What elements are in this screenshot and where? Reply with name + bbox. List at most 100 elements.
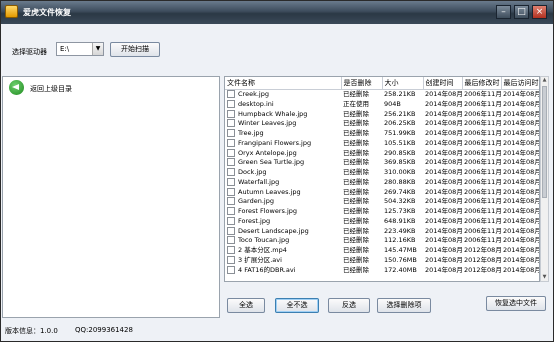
file-name-label: 4 FAT16的DBR.avi	[238, 265, 296, 274]
file-name-label: Green Sea Turtle.jpg	[238, 158, 305, 167]
row-checkbox[interactable]	[227, 255, 235, 264]
row-checkbox[interactable]	[227, 168, 235, 176]
back-arrow-icon[interactable]	[9, 80, 24, 95]
select-all-button[interactable]: 全选	[227, 298, 265, 313]
table-row[interactable]: Frangipani Flowers.jpg 已经删除 105.51KB 2014年0…	[225, 138, 540, 149]
col-created-header[interactable]: 创建时间	[423, 77, 463, 90]
app-window: 爱虎文件恢复 – □ × 选择驱动器 E:\ ▼ 开始扫描 返回上级目录 文件名…	[0, 0, 554, 342]
file-name-cell: Humpback Whale.jpg	[225, 109, 341, 120]
select-none-button[interactable]: 全不选	[275, 298, 319, 313]
table-row[interactable]: Dock.jpg 已经删除 310.00KB 2014年08月 2006年11月 2014…	[225, 168, 540, 178]
scroll-thumb[interactable]	[542, 86, 547, 198]
file-name-cell: Garden.jpg	[225, 197, 341, 207]
vertical-scrollbar[interactable]: ▲ ▼	[540, 76, 549, 282]
accessed-time-cell: 2014年08月	[503, 148, 540, 157]
file-size-cell: 256.21KB	[384, 109, 416, 118]
row-checkbox[interactable]	[227, 90, 235, 98]
table-row[interactable]: Winter Leaves.jpg 已经删除 206.25KB 2014年08月 200…	[225, 119, 539, 129]
row-checkbox[interactable]	[227, 216, 235, 225]
row-checkbox[interactable]	[227, 129, 235, 137]
table-row[interactable]: Toco Toucan.jpg 已经删除 112.16KB 2014年08月 2006年…	[225, 236, 539, 246]
table-row[interactable]: desktop.ini 正在使用 904B 2014年08月 2006年11月 2014年…	[225, 99, 539, 110]
delete-status-cell: 已经删除	[343, 90, 369, 98]
row-checkbox[interactable]	[227, 158, 235, 167]
folder-pane: 返回上级目录	[2, 76, 220, 318]
col-size-header[interactable]: 大小	[382, 77, 424, 90]
file-size-cell: 223.49KB	[384, 226, 416, 235]
table-row[interactable]: Waterfall.jpg 已经删除 280.88KB 2014年08月 2006年11…	[225, 177, 539, 188]
delete-status-cell: 已经删除	[343, 226, 369, 235]
table-row[interactable]: Tree.jpg 已经删除 751.99KB 2014年08月 2006年11月 2014…	[225, 129, 539, 139]
close-button[interactable]: ×	[532, 5, 547, 19]
accessed-time-cell: 2014年08月	[503, 109, 540, 118]
row-checkbox[interactable]	[227, 236, 235, 245]
col-accessed-header[interactable]: 最后访问时	[501, 77, 539, 90]
file-name-label: Creek.jpg	[238, 90, 269, 98]
file-name-cell: Tree.jpg	[225, 129, 341, 139]
drive-select[interactable]: E:\ ▼	[56, 42, 104, 56]
table-row[interactable]: Garden.jpg 已经删除 504.32KB 2014年08月 2006年11月 20…	[225, 197, 539, 207]
accessed-time-cell: 2014年08月	[503, 216, 540, 225]
row-checkbox[interactable]	[227, 207, 235, 215]
row-checkbox[interactable]	[227, 187, 235, 196]
modified-time-cell: 2006年11月	[464, 168, 501, 176]
col-modified-header[interactable]: 最后修改时	[462, 77, 502, 90]
table-row[interactable]: Creek.jpg 已经删除 258.21KB 2014年08月 2006年11月 201…	[225, 90, 539, 100]
created-time-cell: 2014年08月	[425, 197, 462, 206]
row-checkbox[interactable]	[227, 177, 235, 186]
row-checkbox[interactable]	[227, 119, 235, 128]
accessed-time-cell: 2014年08月	[503, 168, 540, 176]
minimize-button[interactable]: –	[496, 5, 511, 19]
table-row[interactable]: 3 扩展分区.avi 已经删除 150.76MB 2014年08月 2012年08月 20…	[225, 255, 540, 266]
invert-selection-button[interactable]: 反选	[328, 298, 370, 313]
row-checkbox[interactable]	[227, 109, 235, 118]
created-time-cell: 2014年08月	[425, 246, 462, 254]
row-checkbox[interactable]	[227, 197, 235, 206]
table-row[interactable]: Forest Flowers.jpg 已经删除 125.73KB 2014年08月 20…	[225, 207, 539, 217]
file-name-label: Tree.jpg	[238, 129, 264, 137]
back-to-parent-link[interactable]: 返回上级目录	[30, 84, 72, 94]
delete-status-cell: 已经删除	[343, 119, 369, 128]
start-scan-button[interactable]: 开始扫描	[110, 42, 160, 57]
row-checkbox[interactable]	[227, 148, 235, 157]
col-name-header[interactable]: 文件名称	[225, 77, 342, 90]
title-bar[interactable]: 爱虎文件恢复 – □ ×	[1, 1, 553, 24]
row-checkbox[interactable]	[227, 226, 235, 235]
file-size-cell: 280.88KB	[384, 177, 416, 186]
table-row[interactable]: 2 基本分区.mp4 已经删除 145.47MB 2014年08月 2012年08月 20…	[225, 246, 540, 256]
accessed-time-cell: 2014年08月	[503, 138, 540, 147]
delete-status-cell: 已经删除	[343, 138, 369, 147]
file-name-cell: Autumn Leaves.jpg	[225, 187, 341, 198]
table-row[interactable]: Desert Landscape.jpg 已经删除 223.49KB 2014年08月…	[225, 226, 539, 237]
maximize-button[interactable]: □	[514, 5, 529, 19]
delete-status-cell: 已经删除	[343, 158, 369, 167]
row-checkbox[interactable]	[227, 246, 235, 254]
accessed-time-cell: 2014年08月	[503, 246, 540, 254]
select-deleted-button[interactable]: 选择删除项	[377, 298, 431, 313]
scroll-down-icon[interactable]: ▼	[541, 274, 548, 281]
table-row[interactable]: Humpback Whale.jpg 已经删除 256.21KB 2014年08月 20…	[225, 109, 540, 120]
table-row[interactable]: Forest.jpg 已经删除 648.91KB 2014年08月 2006年11月 20…	[225, 216, 540, 227]
created-time-cell: 2014年08月	[425, 236, 462, 245]
table-row[interactable]: Oryx Antelope.jpg 已经删除 290.85KB 2014年08月 200…	[225, 148, 540, 159]
created-time-cell: 2014年08月	[425, 109, 462, 118]
row-checkbox[interactable]	[227, 99, 235, 108]
modified-time-cell: 2012年08月	[464, 265, 501, 274]
table-row[interactable]: Autumn Leaves.jpg 已经删除 269.74KB 2014年08月 200…	[225, 187, 539, 198]
col-deleted-header[interactable]: 是否删除	[341, 77, 383, 90]
modified-time-cell: 2006年11月	[464, 158, 501, 167]
accessed-time-cell: 2014年08月	[503, 255, 540, 264]
row-checkbox[interactable]	[227, 265, 235, 274]
file-size-cell: 904B	[384, 99, 401, 108]
modified-time-cell: 2012年08月	[464, 255, 501, 264]
row-checkbox[interactable]	[227, 138, 235, 147]
table-row[interactable]: 4 FAT16的DBR.avi 已经删除 172.40MB 2014年08月 2012年…	[225, 265, 539, 276]
file-name-label: Waterfall.jpg	[238, 177, 280, 186]
chevron-down-icon[interactable]: ▼	[92, 43, 103, 55]
file-size-cell: 269.74KB	[384, 187, 416, 196]
restore-selected-button[interactable]: 恢复选中文件	[486, 296, 546, 311]
delete-status-cell: 已经删除	[343, 207, 369, 215]
scroll-up-icon[interactable]: ▲	[541, 77, 548, 84]
file-name-label: Humpback Whale.jpg	[238, 109, 308, 118]
table-row[interactable]: Green Sea Turtle.jpg 已经删除 369.85KB 2014年08月…	[225, 158, 539, 168]
